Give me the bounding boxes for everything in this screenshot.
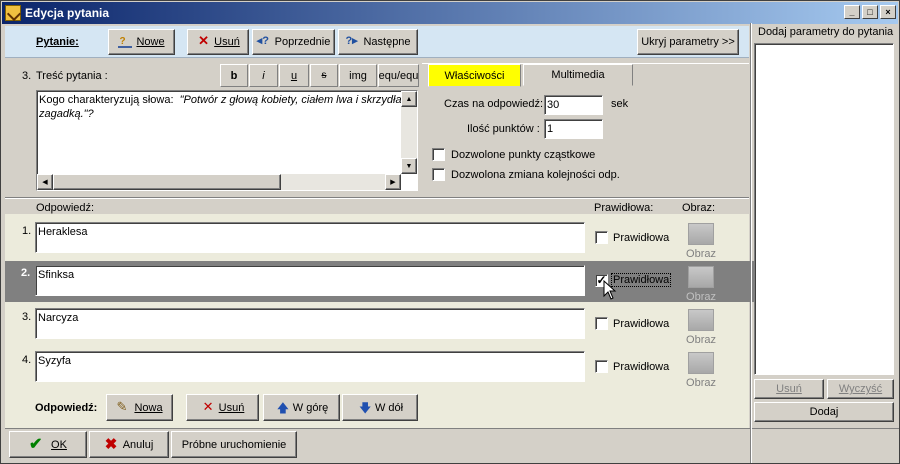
time-unit: sek [611,98,629,110]
maximize-button[interactable]: □ [862,5,878,19]
question-text-area[interactable]: Kogo charakteryzują słowa: "Potwór z gło… [36,90,418,191]
hide-parameters-button[interactable]: Ukryj parametry >> [637,29,739,55]
answer-correct-label: Prawidłowa [613,232,670,244]
delete-icon: ✕ [198,33,210,48]
answers-header-correct: Prawidłowa: [594,202,654,214]
test-run-button[interactable]: Próbne uruchomienie [171,431,297,458]
cancel-button[interactable]: ✖ Anuluj [89,431,169,458]
answer-number: 3. [22,311,32,323]
answer-number: 2. [21,267,31,279]
window-title: Edycja pytania [25,6,110,20]
answer-correct-checkbox-3[interactable] [595,317,608,330]
next-icon: ?▸ [345,35,358,47]
answer-number: 1. [22,225,32,237]
answer-correct-label: Prawidłowa [611,273,672,287]
delete-question-button[interactable]: ✕ Usuń [187,29,249,55]
parameters-list[interactable] [754,43,894,375]
delete-icon: ✕ [202,398,214,414]
previous-question-button[interactable]: ◂? Poprzednie [252,29,335,55]
scroll-left-arrow-icon[interactable]: ◀ [37,174,53,190]
move-down-button[interactable]: 🡇 W dół [342,394,418,421]
close-button[interactable]: × [880,5,896,19]
answer-image-button-4[interactable]: Obraz [686,352,716,392]
text-vertical-scrollbar[interactable]: ▲ ▼ [401,91,417,174]
question-toolbar-label: Pytanie: [36,36,79,48]
answer-image-button-1[interactable]: Obraz [686,223,716,263]
answer-image-button-3[interactable]: Obraz [686,309,716,349]
edit-question-window: Edycja pytania _ □ × Pytanie: ? Nowe ✕ U… [0,0,900,464]
answer-correct-checkbox-4[interactable] [595,360,608,373]
new-answer-button[interactable]: ✎ Nowa [106,394,173,421]
answer-input-2[interactable]: Sfinksa [35,265,585,296]
points-label: Ilość punktów : [467,123,540,135]
scroll-right-arrow-icon[interactable]: ▶ [385,174,401,190]
minimize-button[interactable]: _ [844,5,860,19]
bold-button[interactable]: b [220,64,248,87]
new-question-button[interactable]: ? Nowe [108,29,175,55]
new-icon: ? [118,36,133,48]
answer-input-4[interactable]: Syzyfa [35,351,585,382]
tab-properties[interactable]: Właściwości [428,64,521,87]
answer-image-button-2[interactable]: Obraz [686,266,716,306]
arrow-up-icon: 🡅 [276,400,290,415]
partial-points-label: Dozwolone punkty cząstkowe [451,149,596,161]
side-panel-title: Dodaj parametry do pytania [758,26,894,38]
partial-points-checkbox[interactable] [432,148,445,161]
image-icon [688,309,714,331]
answer-input-1[interactable]: Heraklesa [35,222,585,253]
mouse-cursor-icon [603,279,619,302]
app-icon [5,5,21,21]
change-order-label: Dozwolona zmiana kolejności odp. [451,169,620,181]
underline-button[interactable]: u [279,64,309,87]
time-input[interactable]: 30 [544,95,603,115]
answers-header-answer: Odpowiedź: [36,202,95,214]
answer-number: 4. [22,354,32,366]
change-order-checkbox[interactable] [432,168,445,181]
horizontal-scroll-thumb[interactable] [53,174,281,190]
image-icon [688,352,714,374]
strikethrough-button[interactable]: s [310,64,338,87]
insert-image-button[interactable]: img [339,64,377,87]
add-parameter-button[interactable]: Dodaj [754,402,894,422]
previous-icon: ◂? [256,35,269,47]
time-label: Czas na odpowiedź: [444,98,544,110]
image-icon [688,223,714,245]
points-input[interactable]: 1 [544,119,603,139]
question-number: 3. [22,70,32,82]
scroll-down-arrow-icon[interactable]: ▼ [401,158,417,174]
ok-button[interactable]: ✔ OK [9,431,87,458]
equation-button[interactable]: equ/equ [378,64,419,87]
side-clear-button[interactable]: Wyczyść [827,379,894,399]
checkmark-icon: ✔ [29,435,43,453]
delete-answer-button[interactable]: ✕ Usuń [186,394,259,421]
next-question-button[interactable]: ?▸ Następne [338,29,418,55]
answer-toolbar-label: Odpowiedź: [35,402,98,414]
answer-input-3[interactable]: Narcyza [35,308,585,339]
side-delete-button[interactable]: Usuń [754,379,824,399]
answers-header-image: Obraz: [682,202,716,214]
cross-icon: ✖ [104,435,118,453]
scroll-up-arrow-icon[interactable]: ▲ [401,91,417,107]
pencil-icon: ✎ [116,398,128,414]
text-horizontal-scrollbar[interactable]: ◀ ▶ [37,174,401,190]
arrow-down-icon: 🡇 [358,400,372,415]
tab-multimedia[interactable]: Multimedia [523,64,633,86]
italic-button[interactable]: i [249,64,278,87]
answer-correct-label: Prawidłowa [613,361,670,373]
move-up-button[interactable]: 🡅 W górę [263,394,340,421]
answer-correct-label: Prawidłowa [613,318,670,330]
answer-correct-checkbox-1[interactable] [595,231,608,244]
title-bar[interactable]: Edycja pytania _ □ × [2,2,898,24]
image-icon [688,266,714,288]
question-text-label: Treść pytania : [36,70,108,82]
